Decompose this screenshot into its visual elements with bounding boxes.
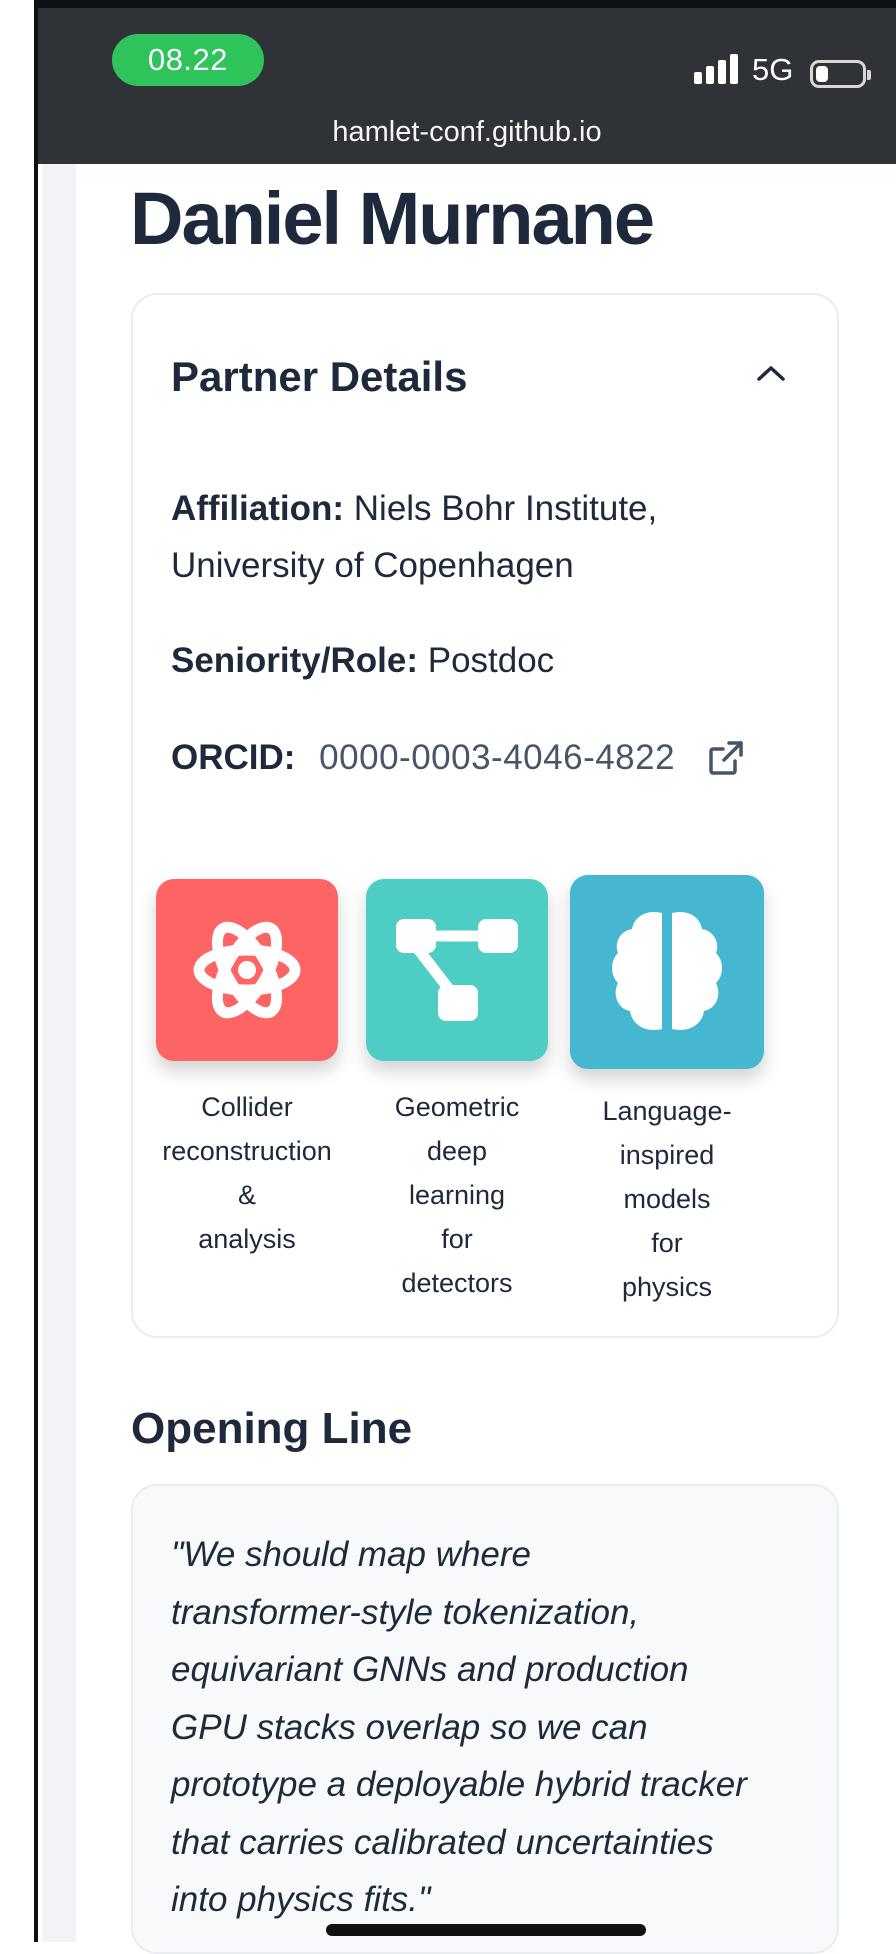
home-indicator[interactable]	[326, 1924, 646, 1936]
affiliation-line2: University of Copenhagen	[171, 546, 574, 585]
role-label: Seniority/Role:	[171, 641, 418, 680]
atom-icon	[193, 921, 301, 1019]
topic-language[interactable]: Language- inspired models for physics	[567, 875, 767, 1309]
topic-tile[interactable]	[366, 879, 548, 1061]
chevron-up-icon	[757, 366, 785, 381]
graph-network-icon	[396, 919, 518, 1021]
page-title: Daniel Murnane	[130, 177, 655, 260]
browser-status-bar: 08.22 5G hamlet-conf.github.io	[38, 8, 896, 164]
device-bezel-left	[0, 0, 38, 1942]
url-bar[interactable]: hamlet-conf.github.io	[38, 116, 896, 149]
signal-icon	[694, 54, 740, 84]
topic-label: Geometric deep learning for detectors	[394, 1092, 520, 1298]
affiliation-label: Affiliation:	[171, 489, 345, 528]
affiliation-line1: Niels Bohr Institute,	[353, 489, 658, 528]
time-pill[interactable]: 08.22	[112, 34, 264, 86]
battery-icon	[810, 60, 871, 88]
quote-text: "We should map where transformer-style t…	[171, 1535, 747, 1919]
collapse-toggle[interactable]	[751, 353, 791, 393]
partner-details-card: Partner Details Affiliation: Niels Bohr …	[131, 293, 839, 1338]
opening-line-heading: Opening Line	[131, 1404, 413, 1453]
opening-line-quote: "We should map where transformer-style t…	[131, 1484, 839, 1954]
topic-geometric[interactable]: Geometric deep learning for detectors	[357, 879, 557, 1305]
affiliation-row: Affiliation: Niels Bohr Institute, Unive…	[171, 480, 811, 594]
topic-collider[interactable]: Collider reconstruction & analysis	[147, 879, 347, 1261]
topic-tile[interactable]	[156, 879, 338, 1061]
role-row: Seniority/Role: Postdoc	[171, 632, 811, 689]
orcid-row: ORCID: 0000-0003-4046-4822	[171, 729, 811, 786]
topic-label: Language- inspired models for physics	[602, 1096, 732, 1302]
page-left-rail	[42, 164, 76, 1942]
topic-tile[interactable]	[570, 875, 764, 1069]
orcid-label: ORCID:	[171, 738, 296, 777]
partner-details-heading[interactable]: Partner Details	[171, 353, 467, 401]
topic-label: Collider reconstruction & analysis	[162, 1092, 332, 1254]
network-label: 5G	[752, 52, 794, 87]
brain-icon	[612, 911, 722, 1031]
external-link-icon[interactable]	[707, 737, 745, 775]
role-value: Postdoc	[427, 641, 555, 680]
orcid-link[interactable]: 0000-0003-4046-4822	[319, 738, 675, 777]
phone-screen: 08.22 5G hamlet-conf.github.io Daniel Mu…	[0, 0, 896, 1954]
